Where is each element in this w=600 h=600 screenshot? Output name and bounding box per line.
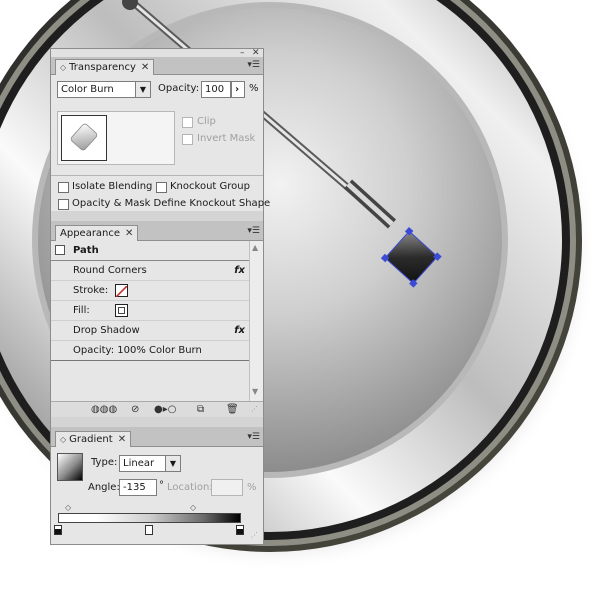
appearance-body: Path Round Corners fx Stroke: Fill: Drop… xyxy=(51,241,263,401)
panel-group: – ✕ ◇ Transparency ✕ ▾☰ Color Burn ▼ Opaci… xyxy=(50,48,270,545)
gradient-tab-bar: ◇ Gradient ✕ ▾☰ xyxy=(51,427,263,447)
fill-swatch-icon[interactable] xyxy=(115,304,128,317)
appearance-row-drop-shadow[interactable]: Drop Shadow fx xyxy=(51,321,249,341)
close-icon[interactable]: ✕ xyxy=(125,228,133,239)
options-divider xyxy=(51,175,263,176)
location-input[interactable] xyxy=(211,479,243,496)
panel-options-toggle-icon[interactable]: ◇ xyxy=(60,435,66,444)
opacity-slider-arrow-icon[interactable]: › xyxy=(231,81,245,98)
duplicate-item-icon[interactable]: ⧉ xyxy=(197,404,204,415)
gradient-ramp[interactable] xyxy=(58,513,241,523)
opacity-mask-knockout-checkbox[interactable] xyxy=(58,199,69,210)
opacity-input[interactable]: 100 xyxy=(201,81,231,98)
resize-grip-icon[interactable]: ⋰ xyxy=(251,404,258,415)
appearance-scrollbar[interactable]: ▲ ▼ xyxy=(249,241,263,401)
panel-menu-icon[interactable]: ▾☰ xyxy=(247,433,260,442)
panel-menu-icon[interactable]: ▾☰ xyxy=(247,61,260,70)
gradient-type-select[interactable]: Linear ▼ xyxy=(119,455,181,472)
new-art-icon[interactable]: ◍◍◍ xyxy=(91,404,117,415)
gradient-panel: ◇ Gradient ✕ ▾☰ Type: Linear ▼ Angle: -135… xyxy=(51,427,263,544)
knockout-group-label: Knockout Group xyxy=(170,181,250,192)
appearance-tab-bar: Appearance ✕ ▾☰ xyxy=(51,221,263,241)
tab-gradient[interactable]: ◇ Gradient ✕ xyxy=(55,431,132,447)
gradient-stop-icon[interactable] xyxy=(236,525,244,535)
transparency-tab-bar: ◇ Transparency ✕ ▾☰ xyxy=(51,57,263,75)
scroll-down-icon[interactable]: ▼ xyxy=(252,387,258,396)
panel-menu-icon[interactable]: ▾☰ xyxy=(247,227,260,236)
rounded-square-thumbnail-icon xyxy=(70,123,98,151)
delete-item-icon[interactable]: 🗑 xyxy=(226,404,239,415)
stroke-swatch-icon[interactable] xyxy=(115,284,128,298)
type-label: Type: xyxy=(91,457,118,468)
midpoint-diamond-icon[interactable]: ◇ xyxy=(190,503,196,512)
clear-appearance-icon[interactable]: ⊘ xyxy=(131,404,139,415)
appearance-toolbar: ◍◍◍ ⊘ ●▸○ ⧉ 🗑 ⋰ xyxy=(51,401,263,417)
midpoint-diamond-icon[interactable]: ◇ xyxy=(65,503,71,512)
opacity-mask-knockout-label: Opacity & Mask Define Knockout Shape xyxy=(72,198,271,209)
clip-label: Clip xyxy=(197,116,216,127)
close-icon[interactable]: ✕ xyxy=(118,434,126,445)
fx-icon[interactable]: fx xyxy=(234,261,245,280)
gradient-stop-icon[interactable] xyxy=(145,525,153,535)
close-icon[interactable]: ✕ xyxy=(141,62,149,73)
isolate-blending-checkbox[interactable] xyxy=(58,182,69,193)
appearance-row-fill[interactable]: Fill: xyxy=(51,301,249,321)
appearance-panel: Appearance ✕ ▾☰ Path Round Corners fx Str… xyxy=(51,221,263,417)
reduce-basic-icon[interactable]: ●▸○ xyxy=(154,404,176,415)
transparency-body: Color Burn ▼ Opacity: 100 › % Clip Inver… xyxy=(51,75,270,211)
clip-checkbox[interactable] xyxy=(182,117,193,128)
angle-input[interactable]: -135 xyxy=(119,479,157,496)
appearance-row-round-corners[interactable]: Round Corners fx xyxy=(51,261,249,281)
transparency-panel: ◇ Transparency ✕ ▾☰ Color Burn ▼ Opacity: … xyxy=(51,57,270,211)
invert-mask-checkbox[interactable] xyxy=(182,134,193,145)
thumbnail-frame xyxy=(57,111,175,165)
gradient-body: Type: Linear ▼ Angle: -135 ° Location: %… xyxy=(51,447,263,544)
appearance-row-path[interactable]: Path xyxy=(51,241,249,261)
resize-grip-icon[interactable]: ⋰ xyxy=(251,531,258,539)
fx-icon[interactable]: fx xyxy=(234,321,245,340)
appearance-row-stroke[interactable]: Stroke: xyxy=(51,281,249,301)
dropdown-arrow-icon[interactable]: ▼ xyxy=(135,82,150,97)
angle-label: Angle: xyxy=(88,482,120,493)
tab-transparency[interactable]: ◇ Transparency ✕ xyxy=(55,59,155,75)
invert-mask-label: Invert Mask xyxy=(197,133,256,144)
gradient-preview-swatch[interactable] xyxy=(57,453,83,481)
tab-appearance[interactable]: Appearance ✕ xyxy=(55,225,139,241)
path-icon xyxy=(55,245,65,255)
appearance-row-opacity[interactable]: Opacity: 100% Color Burn xyxy=(51,341,249,361)
knockout-group-checkbox[interactable] xyxy=(156,182,167,193)
location-label: Location: xyxy=(167,482,213,493)
gradient-stop-icon[interactable] xyxy=(54,525,62,535)
isolate-blending-label: Isolate Blending xyxy=(72,181,153,192)
panel-options-toggle-icon[interactable]: ◇ xyxy=(60,63,66,72)
opacity-label: Opacity: xyxy=(158,83,200,94)
scroll-up-icon[interactable]: ▲ xyxy=(252,243,258,252)
object-thumbnail[interactable] xyxy=(61,115,107,161)
blend-mode-select[interactable]: Color Burn ▼ xyxy=(57,81,151,98)
panel-dock-bar[interactable]: – ✕ xyxy=(51,48,263,58)
dropdown-arrow-icon[interactable]: ▼ xyxy=(165,456,180,471)
